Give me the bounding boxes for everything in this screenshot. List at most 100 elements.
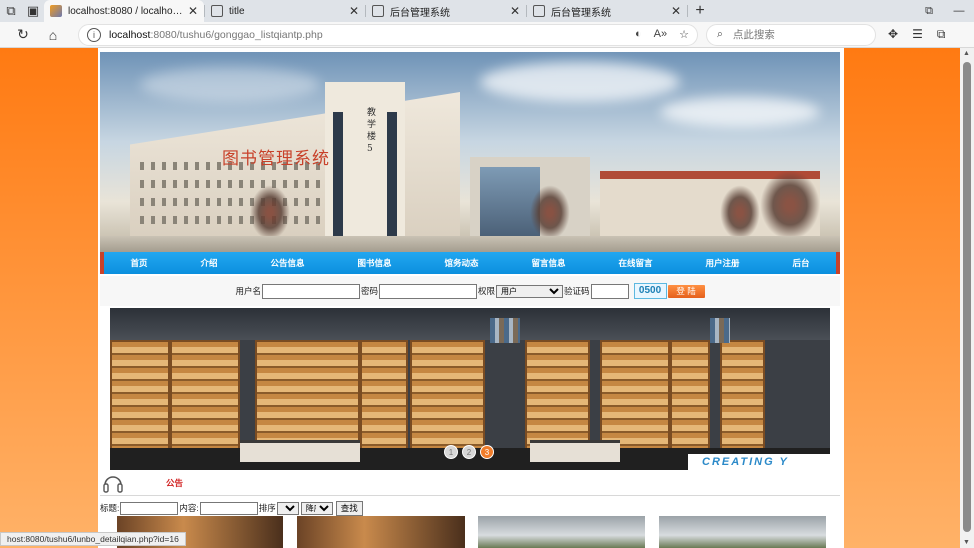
bookshelf <box>490 318 520 343</box>
content-label: 内容: <box>179 503 199 513</box>
browser-toolbar: ↻ ⌂ i localhost:8080/tushu6/gonggao_list… <box>0 22 974 48</box>
tab-title: localhost:8080 / localhost / tushu6 <box>68 5 184 17</box>
building-sign: 教学楼5 <box>367 108 377 154</box>
browser-tab-4[interactable]: 后台管理系统 ✕ <box>527 0 687 22</box>
search-box[interactable]: ⌕ 点此搜索 <box>706 23 876 46</box>
building-tower <box>325 82 405 247</box>
content-input[interactable] <box>199 501 258 515</box>
thumbnail-image[interactable] <box>297 516 465 548</box>
notice-link[interactable]: 公告 <box>166 477 183 489</box>
sort-field-select[interactable]: id <box>276 501 299 515</box>
nav-item-books[interactable]: 图书信息 <box>357 257 391 269</box>
close-tab-icon[interactable]: ✕ <box>671 4 681 18</box>
nav-item-online-message[interactable]: 在线留言 <box>618 257 652 269</box>
translate-icon[interactable]: ◐ <box>635 28 642 41</box>
scroll-down-icon[interactable]: ▼ <box>963 539 970 546</box>
headphones-icon <box>103 476 123 493</box>
carousel-dot-1[interactable]: 1 <box>444 445 458 459</box>
shelf <box>720 340 765 465</box>
close-tab-icon[interactable]: ✕ <box>349 4 359 18</box>
link-status-tooltip: host:8080/tushu6/lunbo_detailqian.php?id… <box>0 532 186 546</box>
display-table <box>240 440 360 462</box>
workspaces-icon[interactable]: ⧉ <box>0 0 22 22</box>
header-banner: 教学楼5 图书管理系统 <box>100 52 840 252</box>
shelf <box>110 340 170 465</box>
username-input[interactable] <box>261 283 360 299</box>
divider <box>100 495 840 496</box>
site-container: 教学楼5 图书管理系统 首页 介绍 公告信息 图书信息 馆务动态 留言信息 在线… <box>98 48 844 548</box>
browser-tab-3[interactable]: 后台管理系统 ✕ <box>366 0 526 22</box>
favorites-list-icon[interactable]: ☰ <box>912 27 923 42</box>
cloud <box>140 67 320 102</box>
url-host: localhost <box>109 28 151 41</box>
nav-item-home[interactable]: 首页 <box>130 257 147 269</box>
tower-window <box>333 112 343 242</box>
password-input[interactable] <box>379 283 477 299</box>
search-placeholder: 点此搜索 <box>732 29 775 41</box>
carousel-dot-3[interactable]: 3 <box>480 445 494 459</box>
thumbnail-image[interactable] <box>659 516 826 548</box>
sort-order-select[interactable]: 降序 <box>300 501 333 515</box>
image-carousel[interactable]: 1 2 3 CREATING Y <box>110 308 830 470</box>
tree <box>250 185 290 240</box>
browser-tab-2[interactable]: title ✕ <box>205 0 365 22</box>
minimize-icon[interactable]: — <box>944 5 974 18</box>
new-tab-icon[interactable]: + <box>688 2 712 20</box>
login-button[interactable]: 登 陆 <box>667 284 705 298</box>
search-icon: ⌕ <box>717 28 723 40</box>
browser-tabbar: ⧉ ▣ localhost:8080 / localhost / tushu6 … <box>0 0 974 22</box>
favorite-star-icon[interactable]: ☆ <box>679 28 689 41</box>
shelf <box>670 340 710 465</box>
window-controls: ⧉ — <box>914 5 974 18</box>
close-tab-icon[interactable]: ✕ <box>510 4 520 18</box>
site-title: 图书管理系统 <box>222 149 330 169</box>
username-label: 用户名 <box>235 286 261 296</box>
nav-item-announcements[interactable]: 公告信息 <box>270 257 304 269</box>
tower-window <box>387 112 397 242</box>
nav-item-admin[interactable]: 后台 <box>792 257 809 269</box>
captcha-input[interactable] <box>590 283 629 299</box>
reload-icon[interactable]: ↻ <box>8 26 38 43</box>
nav-item-messages[interactable]: 留言信息 <box>531 257 565 269</box>
scrollbar-thumb[interactable] <box>963 62 971 532</box>
tab-actions-icon[interactable]: ▣ <box>22 0 44 22</box>
notice-section: 公告 <box>100 470 840 496</box>
search-button[interactable]: 查找 <box>335 500 363 516</box>
close-tab-icon[interactable]: ✕ <box>188 4 198 18</box>
password-label: 密码 <box>360 286 378 296</box>
extensions-icon[interactable]: ✥ <box>888 27 898 42</box>
page-scrollbar[interactable]: ▲ ▼ <box>960 48 974 548</box>
captcha-image[interactable]: 0500 <box>633 283 667 299</box>
restore-icon[interactable]: ⧉ <box>914 5 944 18</box>
cloud <box>480 62 680 102</box>
banner-ground <box>100 236 840 252</box>
title-input[interactable] <box>120 501 179 515</box>
browser-tab-1[interactable]: localhost:8080 / localhost / tushu6 ✕ <box>44 0 204 22</box>
nav-item-intro[interactable]: 介绍 <box>200 257 217 269</box>
tab-title: 后台管理系统 <box>551 7 611 19</box>
read-aloud-icon[interactable]: A» <box>654 28 667 41</box>
shelf <box>170 340 240 465</box>
nav-item-register[interactable]: 用户注册 <box>705 257 739 269</box>
nav-item-library-news[interactable]: 馆务动态 <box>444 257 478 269</box>
role-select[interactable]: 用户 <box>496 284 564 298</box>
site-info-icon[interactable]: i <box>87 27 101 42</box>
tree <box>530 185 570 240</box>
address-bar[interactable]: i localhost:8080/tushu6/gonggao_listqian… <box>78 23 698 46</box>
home-icon[interactable]: ⌂ <box>38 27 68 43</box>
phpmyadmin-icon <box>50 5 62 17</box>
collections-icon[interactable]: ⧉ <box>937 27 946 42</box>
sort-label: 排序 <box>258 503 276 513</box>
scroll-up-icon[interactable]: ▲ <box>963 50 970 57</box>
tab-title: title <box>229 5 245 17</box>
shelf <box>360 340 408 465</box>
url-path: :8080/tushu6/gonggao_listqiantp.php <box>150 28 323 41</box>
tab-title: 后台管理系统 <box>390 7 450 19</box>
thumbnail-image[interactable] <box>478 516 645 548</box>
carousel-dot-2[interactable]: 2 <box>462 445 476 459</box>
captcha-label: 验证码 <box>564 286 590 296</box>
tree <box>720 185 760 240</box>
window-row <box>140 198 330 206</box>
page-icon <box>372 5 384 17</box>
search-filter-form: 标题: 内容: 排序 id 降序 查找 <box>100 500 840 516</box>
